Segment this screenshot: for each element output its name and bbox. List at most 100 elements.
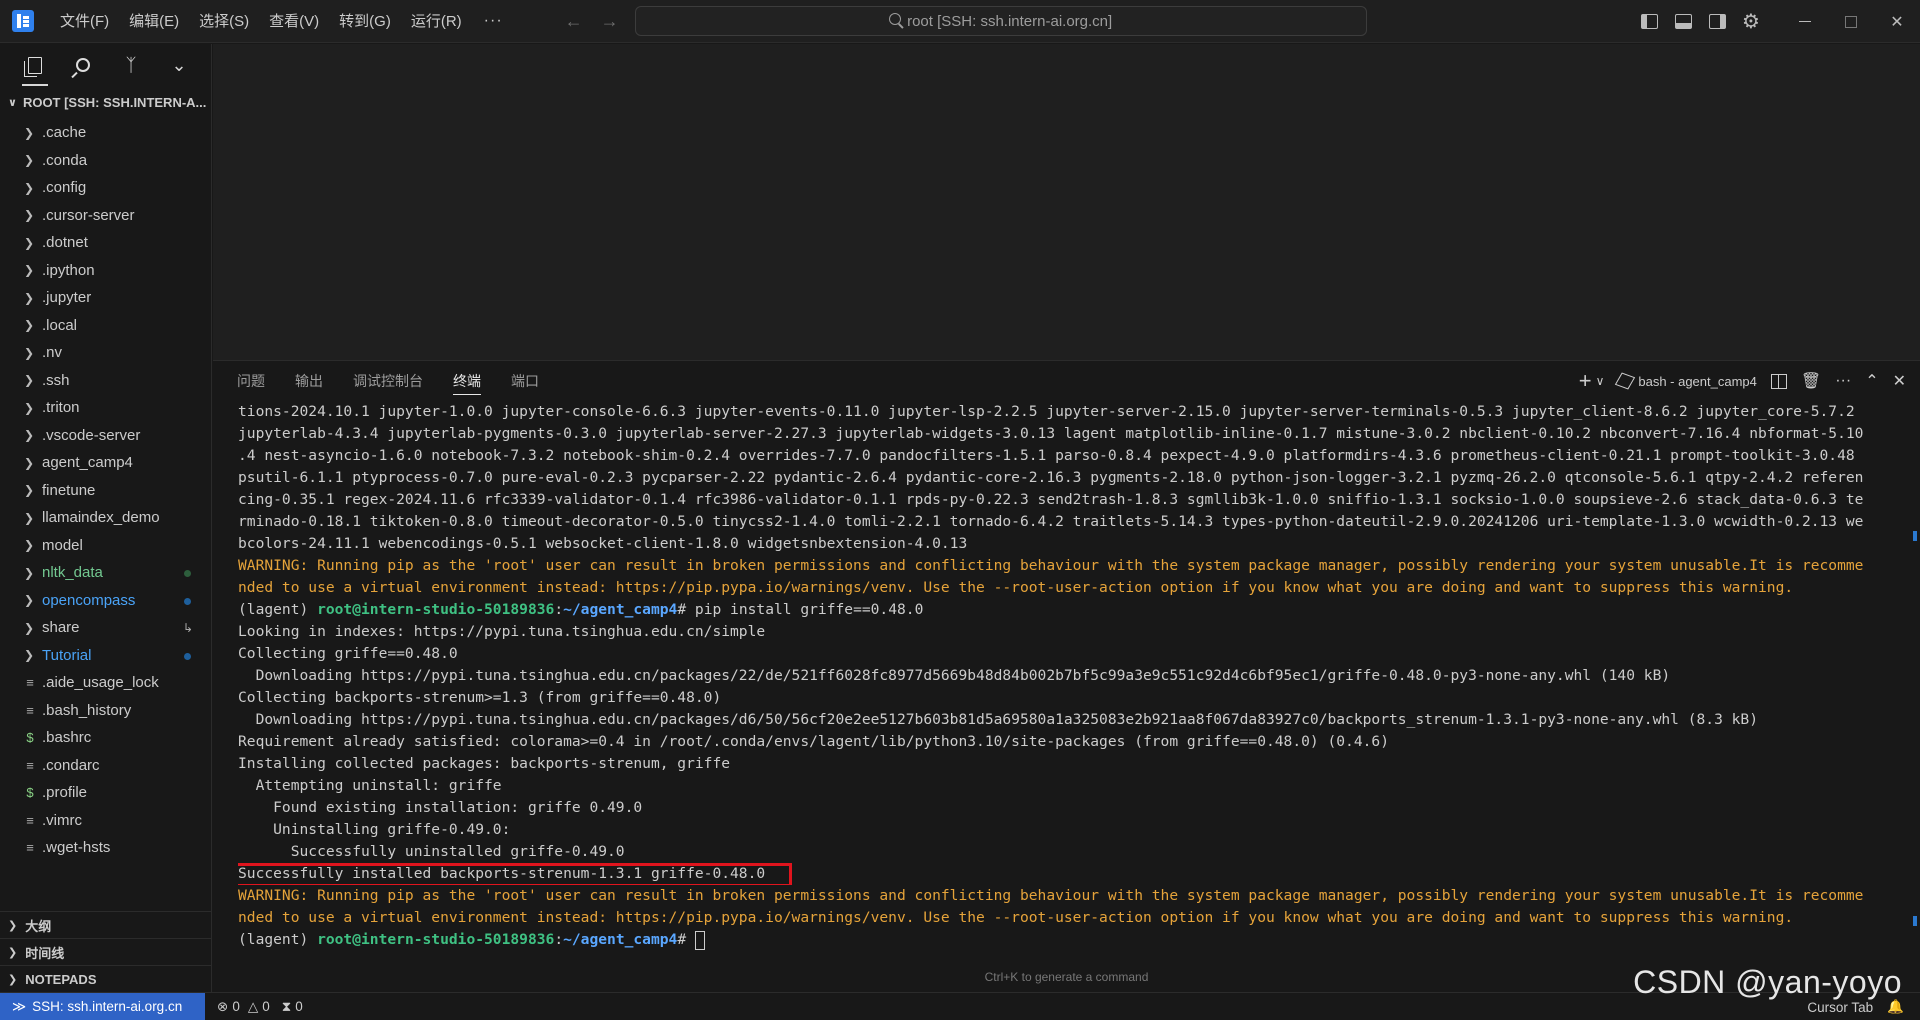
split-terminal-icon[interactable] [1770,373,1787,389]
menu-run[interactable]: 运行(R) [401,0,472,43]
file-icon: ≡ [26,757,34,773]
tab-ports[interactable]: 端口 [511,361,539,401]
terminal-line: (lagent) root@intern-studio-50189836:~/a… [238,599,1903,621]
folder-item[interactable]: ❯ .conda [0,147,211,175]
file-item[interactable]: $ .profile [0,779,211,807]
minimize-button[interactable] [1782,0,1828,43]
menu-edit[interactable]: 编辑(E) [119,0,189,43]
maximize-panel-icon[interactable]: ⌃ [1865,371,1878,391]
folder-item[interactable]: ❯ .cache [0,119,211,147]
maximize-button[interactable] [1828,0,1874,43]
file-item[interactable]: ≡ .wget-hsts [0,834,211,862]
new-terminal-plus-icon[interactable]: + [1579,368,1592,394]
terminal-selector[interactable]: bash - agent_camp4 [1615,372,1757,390]
folder-item[interactable]: ❯ share ↳ [0,614,211,642]
command-center-search[interactable]: root [SSH: ssh.intern-ai.org.cn] [634,6,1367,36]
watermark: CSDN @yan-yoyo [1633,964,1902,1000]
folder-item[interactable]: ❯ .ipython [0,257,211,285]
folder-item[interactable]: ❯ .config [0,174,211,202]
menu-more-button[interactable]: ··· [472,12,515,30]
terminal-cursor [694,930,705,950]
folder-item[interactable]: ❯ nltk_data [0,559,211,587]
menu-view[interactable]: 查看(V) [259,0,329,43]
tree-item-label: .profile [42,784,88,802]
chevron-right-icon: ❯ [24,290,35,305]
terminal-output[interactable]: tions-2024.10.1 jupyter-1.0.0 jupyter-co… [238,401,1903,951]
title-bar-actions: ⚙ ✕ [1632,0,1920,43]
folder-item[interactable]: ❯ .ssh [0,367,211,395]
tree-item-label: .ssh [42,371,70,389]
prompt-env: (lagent) [238,931,318,948]
folder-item[interactable]: ❯ .jupyter [0,284,211,312]
folder-item[interactable]: ❯ .dotnet [0,229,211,257]
terminal-line: WARNING: Running pip as the 'root' user … [238,555,1903,577]
problems-status[interactable]: ⊗ 0 △ 0 [217,999,270,1015]
folder-item[interactable]: ❯ .nv [0,339,211,367]
sidebar-bottom-sections: ❯ 大纲 ❯ 时间线 ❯ NOTEPADS [0,911,212,992]
file-item[interactable]: $ .bashrc [0,724,211,752]
tab-problems[interactable]: 问题 [237,361,265,401]
toggle-panel-icon[interactable] [1666,0,1700,43]
output-text: psutil-6.1.1 ptyprocess-0.7.0 pure-eval-… [238,469,1864,486]
chevron-down-icon[interactable]: ⌄ [168,54,190,76]
trash-icon[interactable]: 🗑 [1801,371,1821,391]
chevron-down-icon[interactable]: ∨ [1596,374,1605,388]
more-actions-icon[interactable]: ··· [1835,372,1851,390]
tree-item-label: opencompass [42,591,136,609]
prompt-sep: : [554,601,564,618]
menu-go[interactable]: 转到(G) [329,0,401,43]
forward-arrow-icon[interactable]: → [601,11,619,32]
explorer-files-icon[interactable] [22,54,48,86]
output-text: Requirement already satisfied: colorama>… [238,733,1389,750]
shell-file-icon: $ [26,730,34,746]
timeline-section[interactable]: ❯ 时间线 [0,938,212,965]
notepads-section[interactable]: ❯ NOTEPADS [0,965,212,992]
file-icon: ≡ [26,702,34,718]
gear-icon[interactable]: ⚙ [1734,0,1768,43]
prompt-path: ~/agent_camp4 [563,931,678,948]
output-text: Downloading https://pypi.tuna.tsinghua.e… [238,667,1671,684]
folder-item[interactable]: ❯ model [0,532,211,560]
output-text: cing-0.35.1 regex-2024.11.6 rfc3339-vali… [238,491,1864,508]
close-window-button[interactable]: ✕ [1874,0,1920,43]
chevron-right-icon: ❯ [24,538,35,553]
menu-file[interactable]: 文件(F) [50,0,119,43]
tree-item-label: .aide_usage_lock [42,674,159,692]
file-item[interactable]: ≡ .bash_history [0,697,211,725]
source-control-icon[interactable]: ᛉ [120,54,142,76]
remote-indicator[interactable]: ≫ SSH: ssh.intern-ai.org.cn [0,992,205,1020]
folder-item[interactable]: ❯ .local [0,312,211,340]
cursor-tab-status[interactable]: Cursor Tab [1807,1000,1873,1015]
folder-item[interactable]: ❯ agent_camp4 [0,449,211,477]
terminal-line: cing-0.35.1 regex-2024.11.6 rfc3339-vali… [238,489,1903,511]
back-arrow-icon[interactable]: ← [565,11,583,32]
ports-status[interactable]: ⧗ 0 [282,999,303,1015]
outline-section[interactable]: ❯ 大纲 [0,911,212,938]
tab-terminal[interactable]: 终端 [453,361,481,401]
folder-item[interactable]: ❯ .vscode-server [0,422,211,450]
tab-output[interactable]: 输出 [295,361,323,401]
explorer-root-header[interactable]: ∨ ROOT [SSH: SSH.INTERN-A... [0,91,211,113]
file-icon: ≡ [26,812,34,828]
warning-text: WARNING: Running pip as the 'root' user … [238,557,1864,574]
toggle-primary-sidebar-icon[interactable] [1632,0,1666,43]
search-view-icon[interactable] [72,54,94,76]
output-text: Installing collected packages: backports… [238,755,731,772]
tab-debug-console[interactable]: 调试控制台 [353,361,423,401]
folder-item[interactable]: ❯ llamaindex_demo [0,504,211,532]
close-panel-icon[interactable]: ✕ [1893,371,1906,391]
error-count: 0 [232,999,240,1014]
bell-icon[interactable]: 🔔 [1887,999,1904,1015]
folder-item[interactable]: ❯ opencompass [0,587,211,615]
search-icon [889,13,902,25]
toggle-secondary-sidebar-icon[interactable] [1700,0,1734,43]
folder-item[interactable]: ❯ .cursor-server [0,202,211,230]
menu-selection[interactable]: 选择(S) [189,0,259,43]
editor-area[interactable] [213,44,1920,360]
folder-item[interactable]: ❯ .triton [0,394,211,422]
file-item[interactable]: ≡ .vimrc [0,807,211,835]
folder-item[interactable]: ❯ Tutorial [0,642,211,670]
file-item[interactable]: ≡ .condarc [0,752,211,780]
folder-item[interactable]: ❯ finetune [0,477,211,505]
file-item[interactable]: ≡ .aide_usage_lock [0,669,211,697]
